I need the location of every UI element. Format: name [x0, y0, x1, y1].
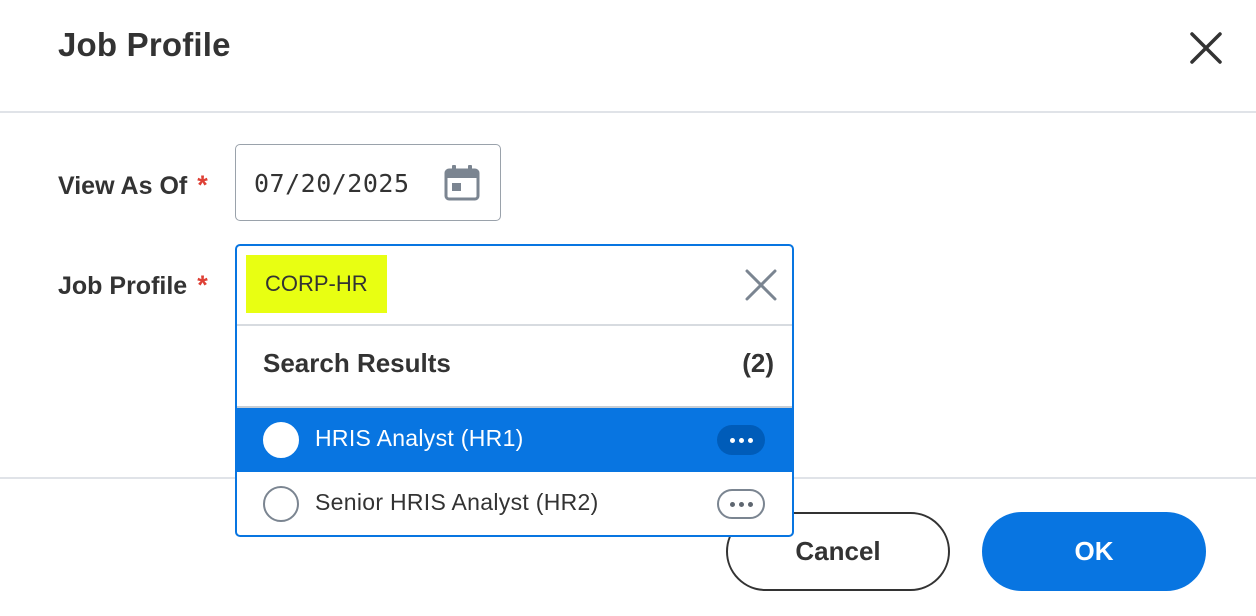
job-profile-label: Job Profile * [58, 270, 208, 301]
view-as-of-label: View As Of * [58, 170, 208, 201]
radio-button[interactable] [263, 422, 299, 458]
dot [747, 437, 753, 443]
more-options-icon[interactable] [717, 425, 765, 455]
more-options-icon[interactable] [717, 489, 765, 519]
header-divider [0, 111, 1256, 113]
required-mark: * [197, 170, 208, 200]
dialog-title: Job Profile [58, 26, 231, 63]
dot [747, 501, 753, 507]
dot [738, 501, 744, 507]
job-profile-prompt[interactable]: CORP-HR Search Results (2) HRIS Analyst … [235, 244, 794, 537]
view-as-of-date-input[interactable]: 07/20/2025 [235, 144, 501, 221]
radio-button[interactable] [263, 486, 299, 522]
date-value[interactable]: 07/20/2025 [254, 169, 410, 198]
search-results-title: Search Results [263, 348, 451, 378]
close-icon [1190, 32, 1222, 64]
search-result-label[interactable]: Senior HRIS Analyst (HR2) [315, 489, 599, 516]
search-result-item[interactable]: HRIS Analyst (HR1) [237, 408, 792, 472]
prompt-input-area[interactable]: CORP-HR [237, 246, 792, 326]
required-mark: * [197, 270, 208, 300]
ok-button[interactable]: OK [982, 512, 1206, 591]
calendar-icon[interactable] [443, 164, 481, 202]
search-result-item[interactable]: Senior HRIS Analyst (HR2) [237, 472, 792, 535]
dot [738, 437, 744, 443]
close-button[interactable] [1184, 26, 1228, 70]
search-results-header: Search Results (2) [237, 326, 792, 408]
dot [729, 437, 735, 443]
job-profile-label-text: Job Profile [58, 272, 188, 300]
dot [729, 501, 735, 507]
view-as-of-label-text: View As Of [58, 172, 188, 200]
clear-icon[interactable] [743, 267, 779, 303]
search-result-label[interactable]: HRIS Analyst (HR1) [315, 425, 524, 452]
search-term-chip[interactable]: CORP-HR [246, 255, 387, 313]
search-results-count: (2) [742, 348, 774, 378]
